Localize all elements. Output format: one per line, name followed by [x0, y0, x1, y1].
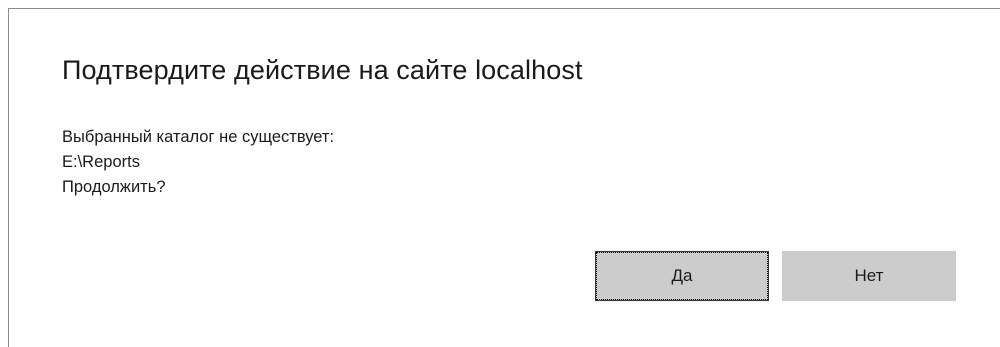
message-line-path: E:\Reports: [62, 153, 140, 171]
confirm-dialog: Подтвердите действие на сайте localhost …: [0, 0, 1000, 347]
dialog-border-top: [8, 8, 1000, 9]
message-line-continue: Продолжить?: [62, 178, 166, 196]
dialog-title: Подтвердите действие на сайте localhost: [62, 55, 583, 85]
dialog-message: Выбранный каталог не существует: E:\Repo…: [62, 125, 334, 200]
message-line-not-exists: Выбранный каталог не существует:: [62, 128, 335, 146]
dialog-border-left: [8, 8, 9, 347]
no-button[interactable]: Нет: [782, 251, 956, 301]
yes-button[interactable]: Да: [595, 251, 769, 301]
